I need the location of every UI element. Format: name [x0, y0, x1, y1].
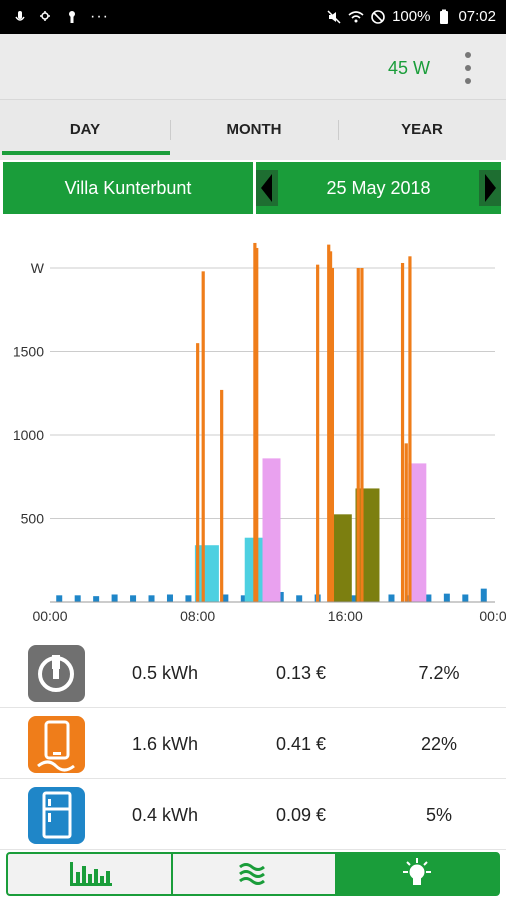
bar-chart-button[interactable] [8, 854, 173, 894]
keyhole-icon [69, 11, 75, 23]
system-icons: 100% 07:02 [326, 8, 496, 25]
arrow-right-icon [485, 174, 496, 202]
percent-value: 5% [425, 805, 452, 825]
app-bar: 45 W [0, 34, 506, 100]
lightbulb-button[interactable] [337, 854, 498, 894]
energy-value: 1.6 kWh [131, 734, 199, 754]
bar [443, 593, 450, 602]
bar [111, 594, 118, 602]
mute-icon [327, 9, 341, 24]
period-tabs: DAY MONTH YEAR [0, 100, 506, 160]
bar [185, 595, 192, 602]
overflow-menu-icon[interactable] [464, 52, 472, 84]
bottom-nav [6, 852, 500, 896]
date-selector[interactable]: 25 May 2018 [256, 162, 501, 214]
cost-value: 0.41 € [275, 734, 327, 754]
bar [166, 594, 173, 602]
bar [356, 268, 360, 602]
bar [130, 595, 137, 602]
arrow-left-icon [261, 174, 272, 202]
next-day-button[interactable] [479, 170, 501, 206]
wave-icon [239, 863, 265, 885]
boiler-icon [28, 716, 85, 773]
tab-month[interactable]: MONTH [170, 100, 338, 160]
bar [360, 268, 364, 602]
y-tick-label: 500 [21, 511, 45, 527]
y-tick-label: W [31, 260, 45, 276]
percent-value: 7.2% [418, 663, 460, 683]
percent-value: 22% [420, 734, 458, 754]
y-tick-label: 1000 [13, 427, 44, 443]
clock: 07:02 [458, 8, 496, 25]
previous-day-button[interactable] [256, 170, 278, 206]
y-tick-label: 1500 [13, 344, 44, 360]
current-power: 45 W [387, 58, 430, 78]
energy-value: 0.5 kWh [131, 663, 199, 683]
bar [462, 594, 469, 602]
selector-bar: Villa Kunterbunt 25 May 2018 [0, 160, 506, 216]
fridge-icon [28, 787, 85, 844]
mic-icon [15, 11, 25, 21]
bar [220, 389, 224, 602]
bar [330, 268, 335, 602]
battery-percent: 100% [392, 8, 431, 25]
lightbulb-icon [403, 858, 431, 885]
bar [408, 256, 412, 602]
notification-icons: ··· [12, 8, 109, 26]
cost-value: 0.13 € [275, 663, 327, 683]
power-chart[interactable]: 500 1000 1500 W 00:00 08:00 16:00 00:0 [0, 220, 506, 630]
bar [480, 588, 487, 602]
energy-value: 0.4 kWh [131, 805, 199, 825]
bar [93, 596, 100, 602]
bar [148, 595, 155, 602]
wave-button[interactable] [173, 854, 337, 894]
plug-icon [28, 645, 85, 702]
cost-value: 0.09 € [275, 805, 327, 825]
bar [296, 595, 303, 602]
status-bar: ··· 100% 07:02 [0, 0, 506, 34]
list-item[interactable]: 1.6 kWh 0.41 € 22% [0, 709, 506, 779]
wifi-icon [348, 10, 364, 22]
list-item[interactable]: 0.4 kWh 0.09 € 5% [0, 780, 506, 850]
bar [196, 343, 200, 602]
bar [262, 458, 281, 602]
date-label: 25 May 2018 [326, 178, 431, 198]
active-tab-indicator [2, 151, 170, 155]
bar [255, 247, 259, 602]
weather-icon [40, 11, 50, 21]
bar [56, 595, 63, 602]
x-tick-label: 00:0 [479, 608, 506, 624]
tab-year[interactable]: YEAR [338, 100, 506, 160]
location-selector[interactable]: Villa Kunterbunt [3, 162, 253, 214]
list-item[interactable]: 0.5 kWh 0.13 € 7.2% [0, 638, 506, 708]
bar [316, 264, 320, 602]
x-tick-label: 00:00 [32, 608, 67, 624]
bar [404, 443, 408, 602]
bar [400, 262, 405, 602]
bar [388, 594, 395, 602]
bar [201, 271, 205, 602]
bar-chart-icon [70, 862, 112, 886]
bar [74, 595, 81, 602]
battery-icon [440, 9, 449, 24]
do-not-disturb-icon [371, 9, 385, 24]
x-tick-label: 08:00 [180, 608, 215, 624]
x-tick-label: 16:00 [328, 608, 363, 624]
more-notifications-icon: ··· [90, 8, 109, 25]
